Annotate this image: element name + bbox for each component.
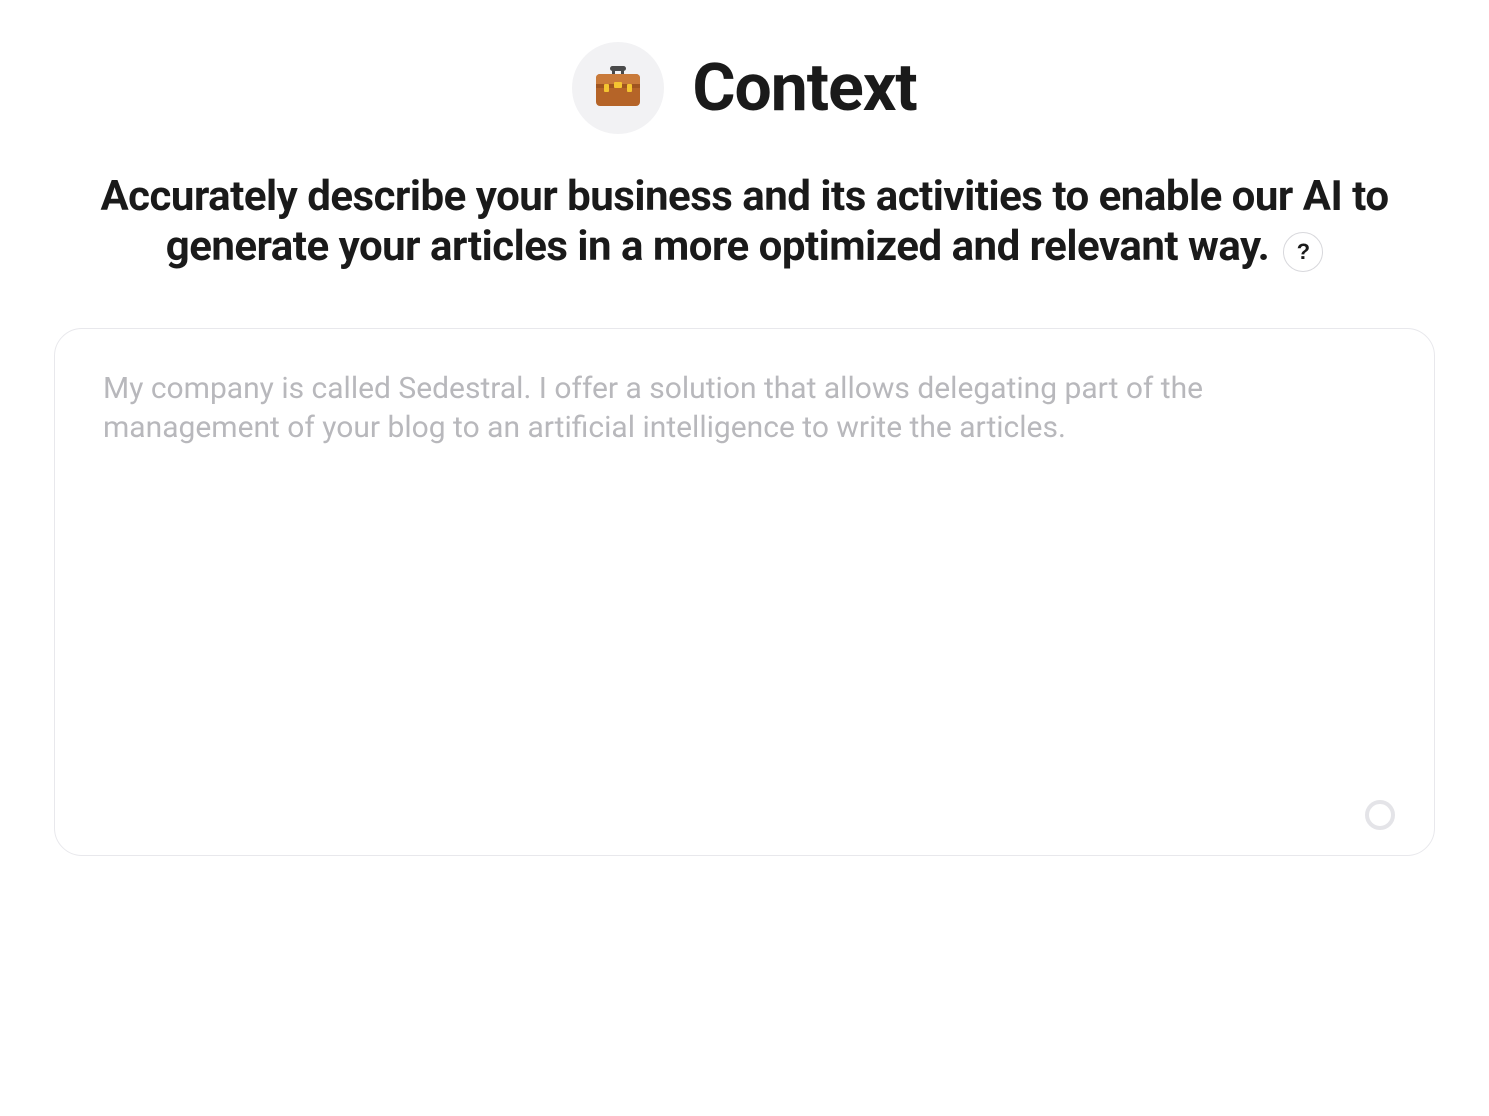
help-button[interactable]: ? bbox=[1283, 232, 1323, 272]
header-icon-container bbox=[572, 42, 664, 134]
page-title: Context bbox=[692, 50, 916, 127]
context-textarea[interactable] bbox=[54, 328, 1435, 856]
textarea-container bbox=[54, 328, 1435, 860]
loading-spinner-icon bbox=[1365, 800, 1395, 830]
page-subtitle: Accurately describe your business and it… bbox=[100, 172, 1388, 271]
page-header: Context bbox=[0, 42, 1489, 134]
subtitle-container: Accurately describe your business and it… bbox=[0, 172, 1489, 276]
briefcase-icon bbox=[590, 58, 646, 118]
